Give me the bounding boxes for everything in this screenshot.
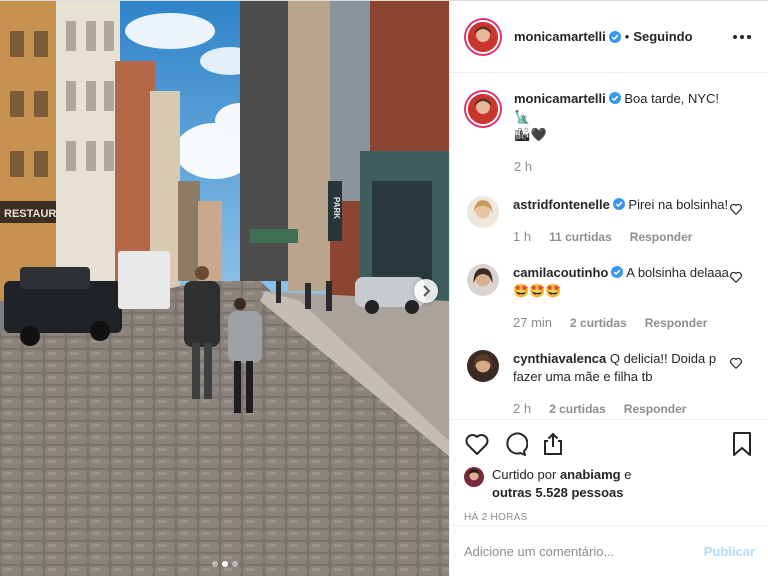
caption-text-line2: 🏙🖤: [514, 127, 547, 142]
comment-time[interactable]: 2 h: [513, 400, 531, 418]
likes-connector: e: [624, 467, 632, 482]
post-author-username[interactable]: monicamartelli: [514, 29, 606, 44]
comment-likes[interactable]: 2 curtidas: [570, 314, 627, 332]
more-options-icon[interactable]: [730, 25, 754, 49]
comment-time[interactable]: 1 h: [513, 228, 531, 246]
comment-time[interactable]: 27 min: [513, 314, 552, 332]
heart-icon[interactable]: [729, 202, 743, 216]
carousel-next-button[interactable]: [414, 279, 438, 303]
carousel-dot: [211, 561, 218, 567]
caption-time[interactable]: 2 h: [514, 158, 532, 176]
bookmark-icon[interactable]: [729, 431, 755, 457]
parking-sign: PARK: [332, 197, 341, 219]
post-header: monicamartelli • Seguindo: [450, 1, 768, 73]
avatar-image: [468, 94, 498, 124]
comments-list[interactable]: monicamartelli Boa tarde, NYC! 🗽 🏙🖤 2 h: [450, 74, 768, 419]
author-avatar[interactable]: [464, 17, 502, 56]
heart-icon[interactable]: [729, 356, 743, 370]
comment-item: cynthiavalenca Q delicia!! Doida p fazer…: [464, 350, 755, 418]
post-timestamp[interactable]: HÁ 2 HORAS: [464, 512, 755, 523]
comment-author[interactable]: astridfontenelle: [513, 197, 610, 212]
commenter-avatar[interactable]: [467, 350, 499, 382]
avatar-image: [468, 21, 498, 52]
following-button[interactable]: Seguindo: [633, 29, 692, 44]
comment-likes[interactable]: 11 curtidas: [549, 228, 612, 246]
verified-icon: [611, 266, 624, 278]
heart-icon[interactable]: [729, 270, 743, 284]
comment-item: camilacoutinho A bolsinha delaaa🤩🤩🤩 27 m…: [464, 264, 755, 332]
comment-author[interactable]: cynthiavalenca: [513, 351, 606, 366]
reply-button[interactable]: Responder: [624, 400, 687, 418]
caption: monicamartelli Boa tarde, NYC! 🗽 🏙🖤 2 h: [464, 90, 755, 176]
comment-item: astridfontenelle Pirei na bolsinha! 1 h …: [464, 196, 755, 246]
carousel-indicator: [0, 561, 449, 567]
comment-icon[interactable]: [502, 431, 528, 457]
post-photo[interactable]: RESTAURANT PARK: [0, 1, 449, 576]
restaurant-sign: RESTAURANT: [4, 208, 79, 220]
caption-author-avatar[interactable]: [464, 90, 502, 128]
post-side-panel: monicamartelli • Seguindo monicamartelli…: [449, 1, 768, 576]
reply-button[interactable]: Responder: [630, 228, 693, 246]
heart-icon[interactable]: [464, 431, 490, 457]
comment-author[interactable]: camilacoutinho: [513, 265, 608, 280]
verified-icon: [608, 30, 621, 43]
likes-prefix: Curtido por: [492, 467, 557, 482]
publish-button[interactable]: Publicar: [704, 544, 755, 559]
post-actions: Curtido por anabiamg e outras 5.528 pess…: [450, 419, 768, 525]
caption-author-username[interactable]: monicamartelli: [514, 91, 606, 106]
commenter-avatar[interactable]: [467, 264, 499, 296]
header-separator: •: [624, 29, 630, 44]
avatar-image: [464, 467, 484, 487]
likes-others-count[interactable]: outras 5.528 pessoas: [492, 485, 624, 500]
liker-avatar[interactable]: [464, 467, 484, 487]
verified-icon: [612, 198, 625, 210]
likes-summary: Curtido por anabiamg e outras 5.528 pess…: [464, 466, 755, 502]
carousel-dot: [231, 561, 238, 567]
reply-button[interactable]: Responder: [645, 314, 708, 332]
avatar-image: [467, 196, 499, 228]
street-scene-image: RESTAURANT PARK: [0, 1, 449, 576]
commenter-avatar[interactable]: [467, 196, 499, 228]
comment-text: Pirei na bolsinha!: [628, 197, 729, 212]
add-comment-bar: Publicar: [450, 525, 768, 576]
liker-username[interactable]: anabiamg: [560, 467, 621, 482]
avatar-image: [467, 350, 499, 382]
comment-input[interactable]: [464, 544, 704, 559]
carousel-dot-active: [221, 561, 228, 567]
chevron-right-icon: [423, 285, 431, 297]
share-icon[interactable]: [540, 431, 566, 457]
comment-likes[interactable]: 2 curtidas: [549, 400, 606, 418]
avatar-image: [467, 264, 499, 296]
verified-icon: [608, 92, 621, 104]
instagram-post: RESTAURANT PARK monicamartelli • Seguind…: [0, 0, 768, 576]
